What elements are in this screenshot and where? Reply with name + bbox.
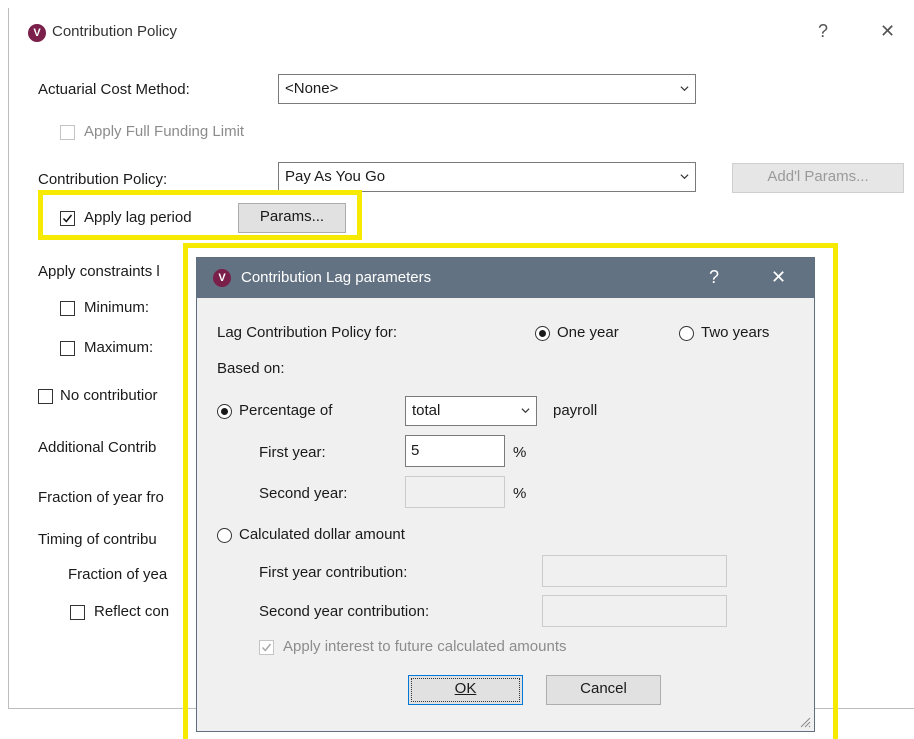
percentage-of-radio[interactable] (217, 404, 232, 419)
app-logo-icon: V (213, 269, 231, 287)
dialog-close-icon[interactable]: ✕ (771, 267, 786, 287)
chevron-down-icon (680, 174, 689, 180)
second-contribution-label: Second year contribution: (259, 603, 430, 620)
dialog-title: Contribution Lag parameters (241, 269, 432, 286)
second-year-input[interactable] (405, 476, 505, 508)
second-year-label: Second year: (259, 485, 348, 502)
first-contribution-label: First year contribution: (259, 564, 408, 581)
contribution-policy-value: Pay As You Go (285, 168, 386, 185)
one-year-label: One year (557, 324, 619, 341)
actuarial-cost-method-select[interactable]: <None> (278, 74, 696, 104)
close-icon[interactable]: ✕ (880, 21, 895, 41)
percentage-of-label: Percentage of (239, 402, 333, 419)
minimum-checkbox[interactable] (60, 301, 75, 316)
window-title: Contribution Policy (52, 23, 178, 40)
actuarial-cost-method-value: <None> (285, 80, 339, 97)
chevron-down-icon (680, 86, 689, 92)
additional-contribution-label: Additional Contrib (38, 439, 157, 456)
apply-interest-checkbox[interactable] (259, 640, 274, 655)
radio-selected-dot (539, 330, 546, 337)
cancel-button[interactable]: Cancel (546, 675, 661, 705)
dialog-title-bar: V Contribution Lag parameters ? ✕ (197, 258, 814, 298)
contribution-lag-dialog: V Contribution Lag parameters ? ✕ Lag Co… (196, 257, 815, 732)
one-year-radio[interactable] (535, 326, 550, 341)
help-button[interactable]: ? (818, 21, 828, 41)
second-contribution-input[interactable] (542, 595, 727, 627)
dialog-help-button[interactable]: ? (709, 267, 719, 287)
timing-of-contribution-label: Timing of contribu (38, 531, 157, 548)
calculated-dollar-radio[interactable] (217, 528, 232, 543)
second-year-percent: % (513, 485, 527, 502)
based-on-label: Based on: (217, 360, 285, 377)
full-funding-label: Apply Full Funding Limit (84, 123, 245, 140)
payroll-label: payroll (553, 402, 598, 419)
payroll-type-value: total (412, 402, 441, 419)
fraction-of-year-label: Fraction of year fro (38, 489, 164, 506)
minimum-label: Minimum: (84, 299, 150, 316)
chevron-down-icon (521, 408, 530, 414)
lag-period-highlight (38, 190, 362, 240)
addl-params-button[interactable]: Add'l Params... (732, 163, 904, 193)
reflect-label: Reflect con (94, 603, 170, 620)
checkmark-icon (261, 643, 272, 652)
resize-grip-icon[interactable] (799, 716, 811, 728)
two-years-radio[interactable] (679, 326, 694, 341)
first-year-label: First year: (259, 444, 326, 461)
maximum-label: Maximum: (84, 339, 154, 356)
no-contribution-checkbox[interactable] (38, 389, 53, 404)
payroll-type-select[interactable]: total (405, 396, 537, 426)
no-contribution-label: No contributior (60, 387, 158, 404)
first-year-input[interactable]: 5 (405, 435, 505, 467)
actuarial-cost-method-label: Actuarial Cost Method: (38, 81, 190, 98)
first-contribution-input[interactable] (542, 555, 727, 587)
full-funding-checkbox[interactable] (60, 125, 75, 140)
first-year-percent: % (513, 444, 527, 461)
apply-interest-label: Apply interest to future calculated amou… (283, 638, 567, 655)
reflect-checkbox[interactable] (70, 605, 85, 620)
contribution-policy-label: Contribution Policy: (38, 171, 168, 188)
app-logo-icon: V (28, 24, 46, 42)
contribution-policy-select[interactable]: Pay As You Go (278, 162, 696, 192)
fraction-of-year-timing-label: Fraction of yea (68, 566, 168, 583)
apply-constraints-label: Apply constraints l (38, 263, 160, 280)
first-year-value: 5 (411, 442, 420, 459)
calculated-dollar-label: Calculated dollar amount (239, 526, 405, 543)
lag-contribution-label: Lag Contribution Policy for: (217, 324, 398, 341)
maximum-checkbox[interactable] (60, 341, 75, 356)
radio-selected-dot (221, 408, 228, 415)
two-years-label: Two years (701, 324, 770, 341)
ok-button[interactable]: OK (408, 675, 523, 705)
